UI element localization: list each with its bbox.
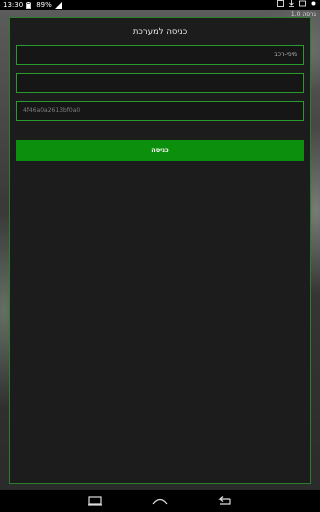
signal-icon (54, 1, 62, 9)
battery-percent: 89% (36, 1, 52, 9)
login-panel: כניסה למערכת מיפי-רכב 4f46a0a2613bf0a0 כ… (9, 17, 311, 484)
login-button[interactable]: כניסה (16, 140, 304, 161)
recent-apps-icon[interactable] (85, 494, 105, 508)
download-icon (288, 0, 295, 7)
screenshot-icon (277, 0, 284, 7)
clock: 13:30 (3, 1, 24, 9)
password-field[interactable] (16, 73, 304, 93)
gallery-icon (299, 0, 306, 7)
page-title: כניסה למערכת (132, 27, 188, 37)
back-icon[interactable] (215, 494, 235, 508)
device-id-field[interactable]: 4f46a0a2613bf0a0 (16, 101, 304, 121)
home-icon[interactable] (150, 494, 170, 508)
navigation-bar (0, 490, 320, 512)
username-field[interactable]: מיפי-רכב (16, 45, 304, 65)
status-bar: 13:30 89% (0, 0, 320, 10)
more-icon (310, 0, 317, 7)
battery-icon (26, 1, 33, 9)
